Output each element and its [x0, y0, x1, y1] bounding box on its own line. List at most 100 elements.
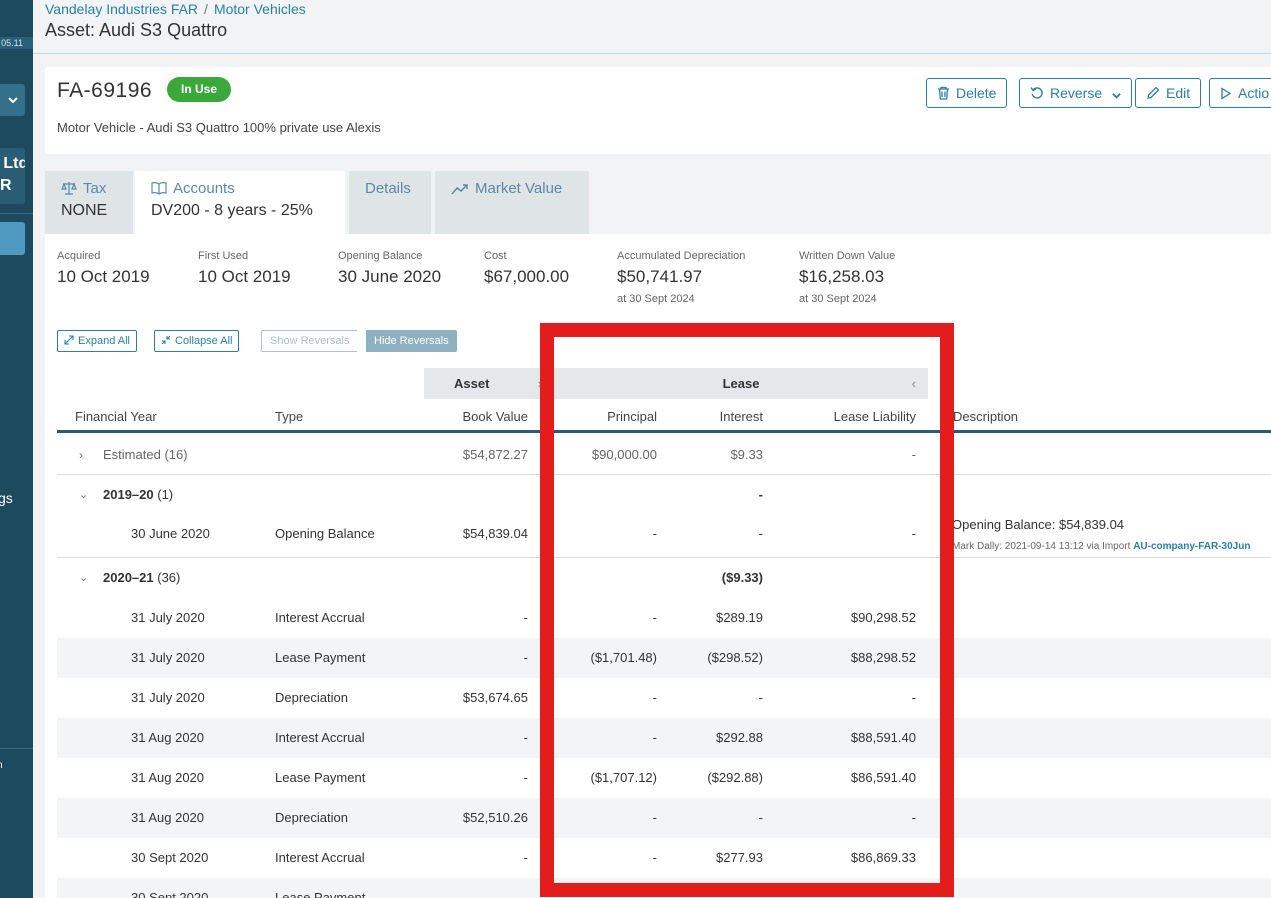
delete-label: Delete [956, 85, 997, 101]
actions-button[interactable]: Actio [1209, 78, 1271, 108]
table-row[interactable]: 31 Aug 2020 Depreciation $52,510.26 - - … [57, 798, 1271, 838]
table-row[interactable]: 31 July 2020 Lease Payment - ($1,701.48)… [57, 638, 1271, 678]
collapse-icon [161, 335, 171, 345]
group-row-estimated[interactable]: › Estimated (16) $54,872.27 $90,000.00 $… [57, 435, 1271, 475]
cell-book-value: - [523, 730, 528, 745]
tab-tax[interactable]: Tax NONE [45, 171, 133, 234]
chevron-left-icon[interactable]: ‹ [912, 368, 916, 399]
tab-details[interactable]: Details [349, 171, 431, 234]
asset-column-group[interactable]: Asset › [424, 368, 554, 399]
cell-lease-liability: $90,298.52 [850, 610, 916, 625]
cell-principal: - [652, 526, 657, 541]
chevron-down-icon [7, 97, 18, 104]
cell-type: Depreciation [275, 690, 348, 705]
cell-book-value: - [523, 610, 528, 625]
undo-icon [1030, 87, 1043, 99]
cell-principal: - [652, 610, 657, 625]
sidebar-active-item[interactable] [0, 222, 25, 255]
chevron-down-icon[interactable]: ⌄ [79, 558, 88, 598]
stat-opening-balance: Opening Balance 30 June 2020 [338, 250, 441, 287]
table-row[interactable]: 31 July 2020 Interest Accrual - - $289.1… [57, 598, 1271, 638]
stat-value: $67,000.00 [484, 267, 570, 286]
version-badge: 05.11 [0, 37, 33, 49]
col-type[interactable]: Type [275, 409, 303, 424]
cell-type: Opening Balance [275, 526, 375, 541]
expand-all-label: Expand All [78, 335, 130, 347]
cell-interest: $292.88 [716, 730, 763, 745]
table-row[interactable]: 30 June 2020 Opening Balance $54,839.04 … [57, 514, 1271, 554]
col-principal[interactable]: Principal [557, 409, 657, 424]
tab-tax-value: NONE [61, 202, 108, 219]
cell-date: 31 Aug 2020 [131, 810, 205, 825]
sidebar-item-settings-fragment[interactable]: gs [0, 490, 13, 506]
show-reversals-toggle[interactable]: Show Reversals [261, 330, 358, 352]
play-icon [1221, 87, 1232, 100]
cell-interest: - [758, 487, 763, 502]
delete-button[interactable]: Delete [926, 78, 1008, 108]
chevron-down-icon [1112, 93, 1121, 99]
table-row[interactable]: 30 Sept 2020 Interest Accrual - - $277.9… [57, 838, 1271, 878]
stat-value: 10 Oct 2019 [198, 267, 291, 286]
hide-reversals-toggle[interactable]: Hide Reversals [366, 330, 457, 352]
group-label: Estimated (16) [103, 435, 188, 475]
table-header-rule [57, 430, 1271, 433]
org-name-fragment: y Ltd [0, 155, 25, 172]
col-book-value[interactable]: Book Value [428, 409, 528, 424]
chevron-right-icon[interactable]: › [79, 435, 83, 475]
cell-date: 30 Sept 2020 [131, 850, 209, 865]
reverse-button[interactable]: Reverse [1019, 78, 1133, 108]
cell-type: Lease Payment [275, 770, 366, 785]
cell-description: Opening Balance: $54,839.04 [952, 517, 1125, 532]
sidebar-dropdown-button[interactable] [0, 84, 25, 116]
tab-accounts-label: Accounts [173, 180, 235, 197]
group-row-2019-20[interactable]: ⌄ 2019–20 (1) - [57, 474, 1271, 514]
col-lease-liability[interactable]: Lease Liability [786, 409, 916, 424]
cell-interest: $289.19 [716, 610, 763, 625]
trash-icon [938, 86, 949, 100]
asset-description: Motor Vehicle - Audi S3 Quattro 100% pri… [57, 120, 381, 135]
stat-value: $50,741.97 [617, 267, 703, 286]
stat-label: Cost [484, 250, 507, 262]
group-row-2020-21[interactable]: ⌄ 2020–21 (36) ($9.33) [57, 557, 1271, 597]
lease-column-group[interactable]: Lease ‹ [554, 368, 928, 399]
edit-button[interactable]: Edit [1135, 78, 1202, 108]
page-title: Asset: Audi S3 Quattro [45, 20, 228, 40]
cell-date: 30 June 2020 [131, 526, 210, 541]
chevron-down-icon[interactable]: ⌄ [79, 475, 88, 515]
pencil-icon [1147, 86, 1160, 99]
tab-market-value[interactable]: Market Value [435, 171, 589, 234]
stat-label: Acquired [57, 250, 101, 262]
import-link[interactable]: AU-company-FAR-30Jun [1133, 541, 1250, 552]
group-name: 2019–20 [103, 487, 154, 502]
cell-principal: ($1,707.12) [590, 770, 658, 785]
tab-market-value-label: Market Value [475, 180, 563, 197]
cell-date: 30 Sept 2020 [131, 890, 209, 898]
cell-type: Interest Accrual [275, 850, 365, 865]
breadcrumb-link-category[interactable]: Motor Vehicles [214, 1, 306, 17]
cell-date: 31 July 2020 [131, 650, 205, 665]
sidebar-item-fragment[interactable]: n [0, 760, 3, 771]
table-row[interactable]: 31 Aug 2020 Lease Payment - ($1,707.12) … [57, 758, 1271, 798]
organisation-switcher[interactable]: y Ltd R [0, 148, 25, 204]
table-row[interactable]: 31 Aug 2020 Interest Accrual - - $292.88… [57, 718, 1271, 758]
cell-book-value: $54,839.04 [462, 526, 528, 541]
expand-all-button[interactable]: Expand All [57, 330, 137, 352]
table-row[interactable]: 30 Sept 2020 Lease Payment [57, 878, 1271, 898]
cell-book-value: $53,674.65 [462, 690, 528, 705]
stat-value: 10 Oct 2019 [57, 267, 150, 286]
cell-lease-liability: $88,591.40 [850, 730, 916, 745]
col-interest[interactable]: Interest [663, 409, 763, 424]
group-count: (36) [157, 570, 181, 585]
chevron-right-icon[interactable]: › [538, 368, 542, 399]
cell-interest: - [758, 526, 763, 541]
collapse-all-button[interactable]: Collapse All [154, 330, 240, 352]
cell-date: 31 Aug 2020 [131, 730, 205, 745]
cell-type: Lease Payment [275, 890, 366, 898]
col-description[interactable]: Description [953, 409, 1018, 424]
edit-label: Edit [1166, 85, 1191, 101]
breadcrumb-link-register[interactable]: Vandelay Industries FAR [45, 1, 198, 17]
table-row[interactable]: 31 July 2020 Depreciation $53,674.65 - -… [57, 678, 1271, 718]
cell-type: Interest Accrual [275, 730, 365, 745]
tab-accounts[interactable]: Accounts DV200 - 8 years - 25% [135, 171, 345, 234]
col-financial-year[interactable]: Financial Year [75, 409, 157, 424]
